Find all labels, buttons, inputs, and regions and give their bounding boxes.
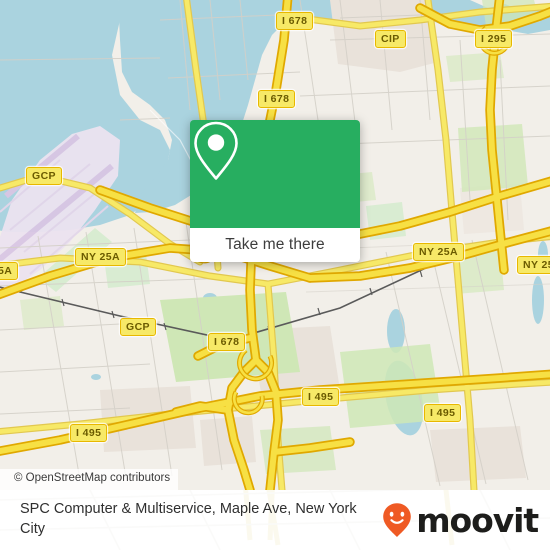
- location-popup-card[interactable]: Take me there: [190, 120, 360, 262]
- road-shield: I 495: [70, 424, 108, 442]
- road-shield: 5A: [0, 262, 19, 280]
- take-me-there-label: Take me there: [225, 236, 325, 253]
- road-shield: I 295: [475, 30, 513, 48]
- take-me-there-button[interactable]: Take me there: [190, 228, 360, 262]
- road-shield: GCP: [26, 167, 62, 185]
- footer-bar: SPC Computer & Multiservice, Maple Ave, …: [0, 490, 550, 550]
- moovit-wordmark: moovit: [416, 500, 539, 540]
- map-canvas[interactable]: I 678 CIP I 295 I 678 GCP NY 25A 5A NY 25A NY 25…: [0, 0, 550, 490]
- road-shield: I 495: [424, 404, 462, 422]
- road-shield: NY 25A: [413, 243, 464, 261]
- road-shield: I 678: [276, 12, 314, 30]
- road-shield: NY 25A: [517, 256, 550, 274]
- road-shield: GCP: [120, 318, 156, 336]
- popup-image-area: [190, 120, 360, 228]
- map-screenshot: I 678 CIP I 295 I 678 GCP NY 25A 5A NY 25A NY 25…: [0, 0, 550, 550]
- moovit-brand[interactable]: moovit: [382, 500, 539, 540]
- road-shield: NY 25A: [75, 248, 126, 266]
- map-pin-icon: [194, 121, 238, 180]
- road-shield: I 678: [208, 333, 246, 351]
- moovit-pin-smiley-icon: [383, 503, 412, 537]
- road-shield: I 495: [302, 388, 340, 406]
- place-title: SPC Computer & Multiservice, Maple Ave, …: [20, 501, 357, 537]
- road-shield: CIP: [375, 30, 406, 48]
- road-shield: I 678: [258, 90, 296, 108]
- osm-attribution[interactable]: © OpenStreetMap contributors: [0, 469, 179, 490]
